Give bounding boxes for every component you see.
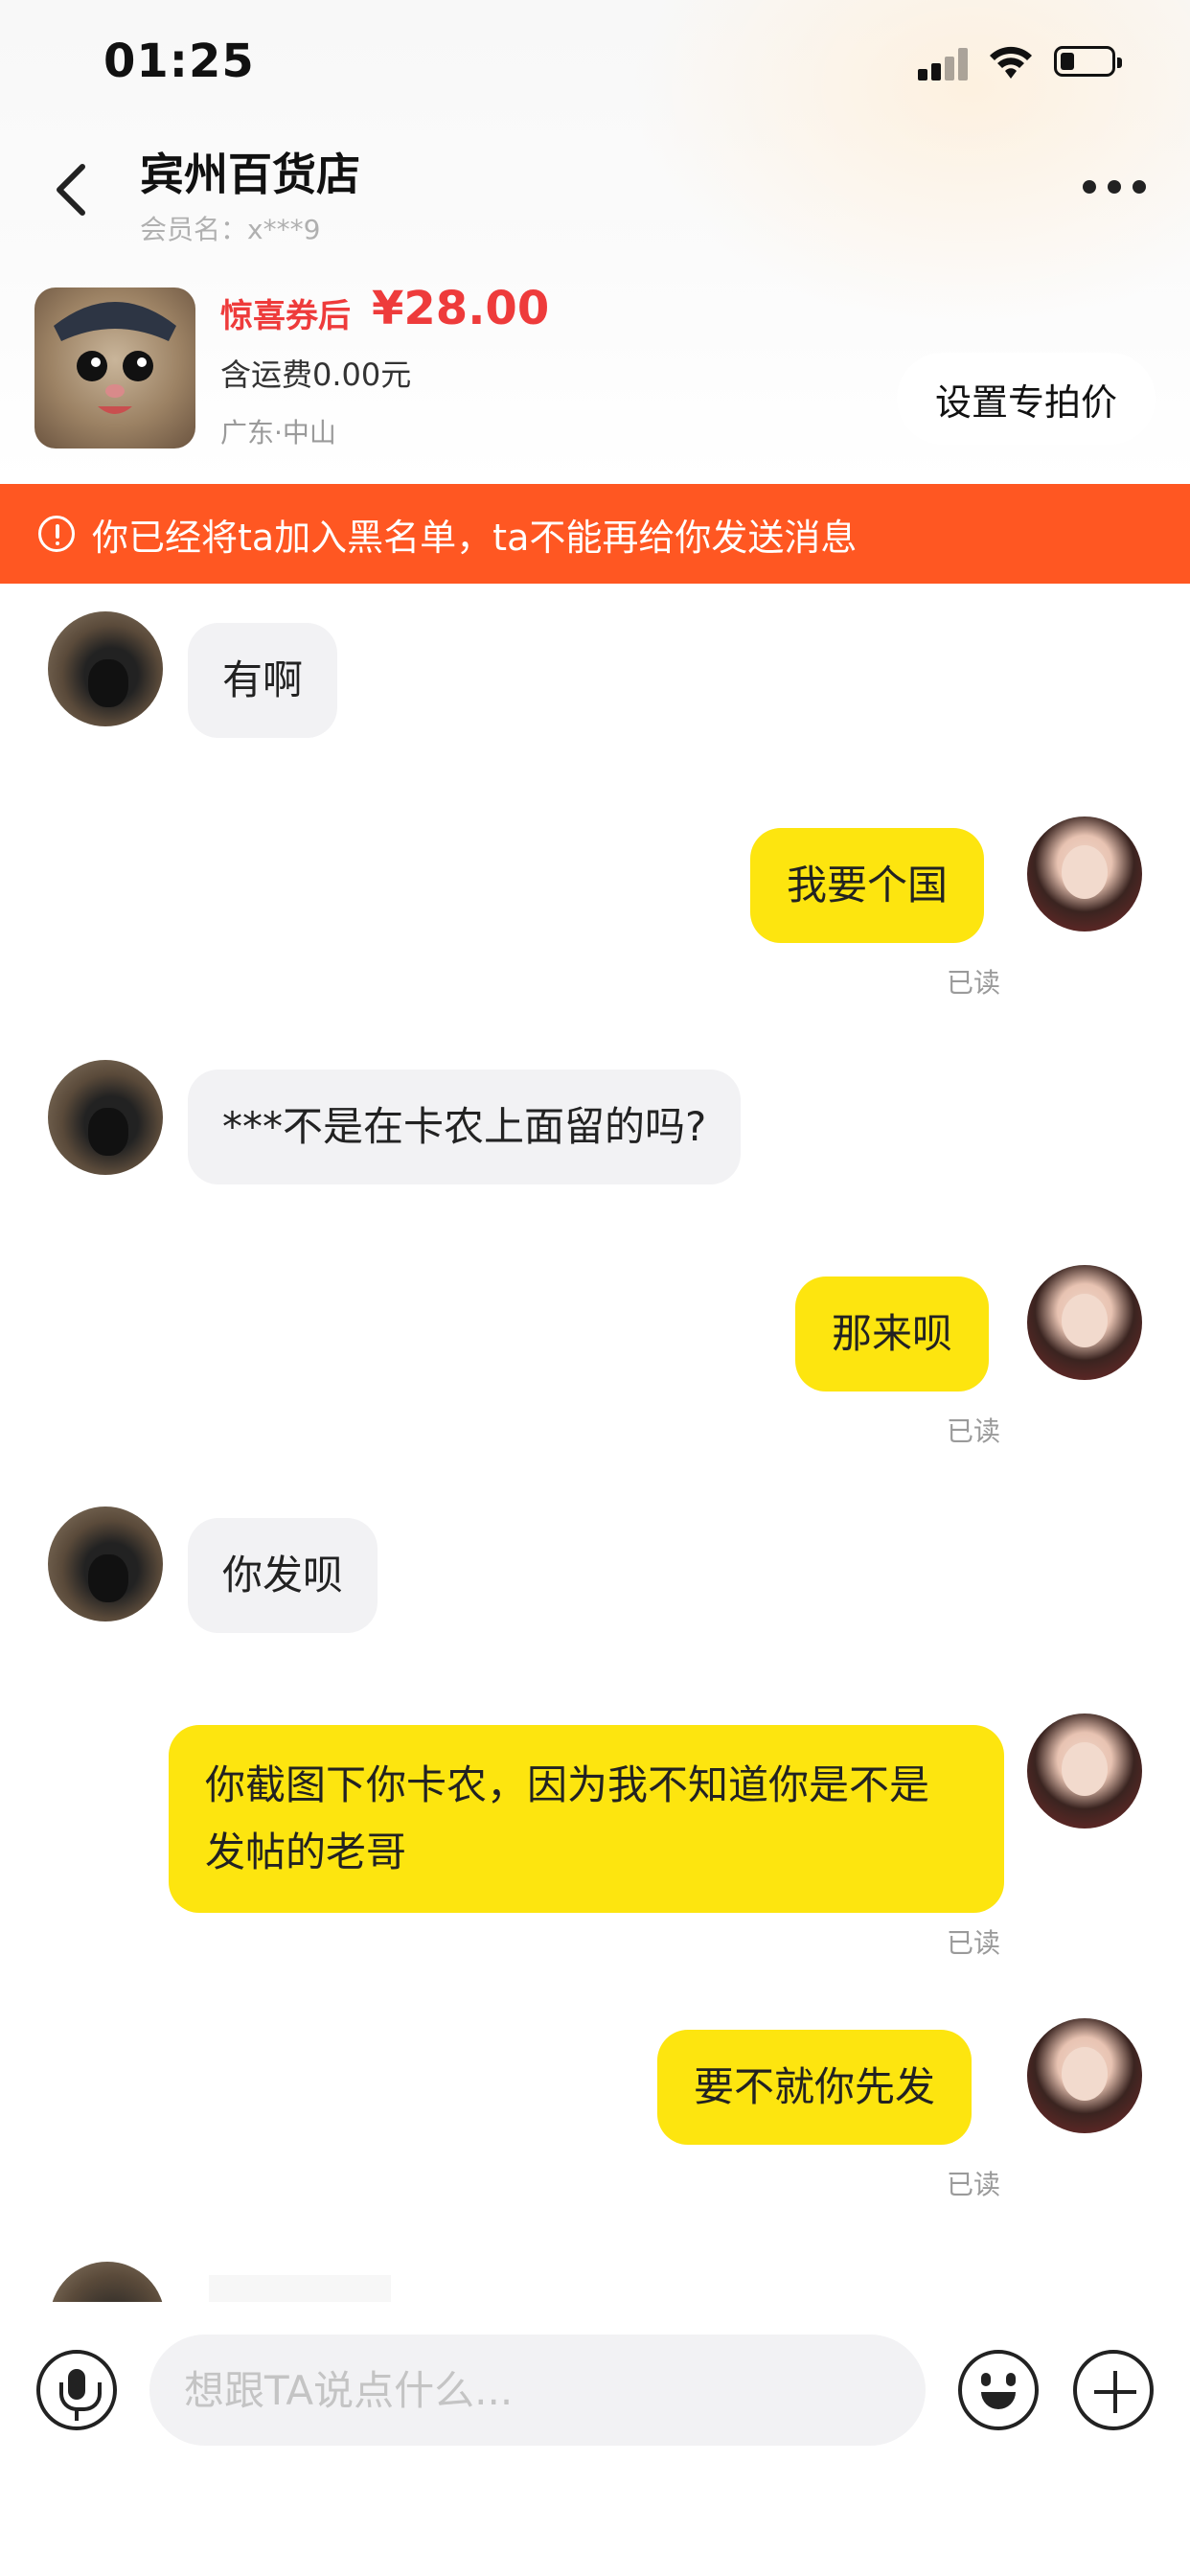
- coupon-label: 惊喜券后: [220, 297, 351, 335]
- message-bubble[interactable]: 那来呗: [795, 1276, 990, 1392]
- product-price: ¥28.00: [372, 282, 550, 335]
- warning-icon: [38, 516, 75, 552]
- input-bar: [0, 2302, 1190, 2576]
- shipping-info: 含运费0.00元: [220, 356, 412, 393]
- read-status: 已读: [947, 967, 1001, 999]
- other-avatar[interactable]: [48, 1506, 163, 1622]
- back-arrow-icon[interactable]: [50, 161, 92, 218]
- signal-icon: [918, 48, 968, 80]
- message-input[interactable]: [149, 2334, 926, 2446]
- message-bubble[interactable]: 你截图下你卡农，因为我不知道你是不是发帖的老哥: [169, 1725, 1004, 1913]
- product-image[interactable]: [34, 288, 195, 448]
- member-name: 会员名：x***9: [140, 214, 321, 245]
- my-avatar[interactable]: [1027, 2018, 1142, 2133]
- read-status: 已读: [947, 2169, 1001, 2200]
- more-icon[interactable]: [1083, 180, 1146, 196]
- message-bubble[interactable]: 要不就你先发: [657, 2030, 973, 2145]
- my-avatar[interactable]: [1027, 1265, 1142, 1380]
- banner-text: 你已经将ta加入黑名单，ta不能再给你发送消息: [92, 516, 858, 559]
- product-location: 广东·中山: [220, 417, 336, 448]
- message-bubble[interactable]: ***不是在卡农上面留的吗?: [188, 1070, 742, 1184]
- read-status: 已读: [947, 1927, 1001, 1959]
- mic-icon[interactable]: [36, 2350, 117, 2430]
- wifi-icon: [990, 46, 1032, 79]
- my-avatar[interactable]: [1027, 1714, 1142, 1828]
- read-status: 已读: [947, 1415, 1001, 1447]
- plus-icon[interactable]: [1073, 2350, 1154, 2430]
- shop-name[interactable]: 宾州百货店: [140, 140, 360, 203]
- message-bubble[interactable]: 你发呗: [188, 1518, 378, 1633]
- status-time: 01:25: [103, 34, 255, 88]
- screenshot-image-thumbnail[interactable]: [209, 2275, 391, 2302]
- emoji-icon[interactable]: [958, 2350, 1039, 2430]
- other-avatar[interactable]: [48, 611, 163, 726]
- message-bubble[interactable]: 我要个国: [750, 828, 985, 943]
- message-bubble[interactable]: 有啊: [188, 623, 338, 738]
- other-avatar[interactable]: [50, 2262, 165, 2302]
- other-avatar[interactable]: [48, 1060, 163, 1175]
- blacklist-banner: 你已经将ta加入黑名单，ta不能再给你发送消息: [0, 484, 1190, 584]
- my-avatar[interactable]: [1027, 816, 1142, 932]
- partial-message: [0, 2262, 1190, 2302]
- set-special-price-button[interactable]: 设置专拍价: [897, 353, 1156, 445]
- battery-icon: [1054, 46, 1122, 77]
